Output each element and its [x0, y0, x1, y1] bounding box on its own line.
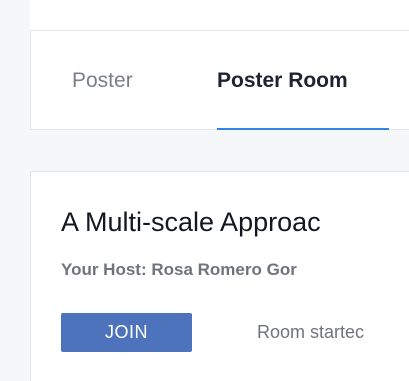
poster-room-card: A Multi-scale Approac Your Host: Rosa Ro…: [30, 171, 409, 381]
room-host: Your Host: Rosa Romero Gor: [61, 260, 297, 279]
page: Poster Poster Room A Multi-scale Approac…: [0, 0, 409, 381]
active-tab-indicator: [217, 128, 389, 130]
room-title: A Multi-scale Approac: [61, 207, 321, 237]
top-strip: [30, 0, 409, 30]
join-button[interactable]: JOIN: [61, 313, 192, 352]
tab-poster-room[interactable]: Poster Room: [217, 31, 348, 131]
room-status: Room startec: [257, 322, 365, 342]
tab-poster[interactable]: Poster: [72, 31, 133, 131]
tabs-bar: Poster Poster Room: [30, 30, 409, 130]
